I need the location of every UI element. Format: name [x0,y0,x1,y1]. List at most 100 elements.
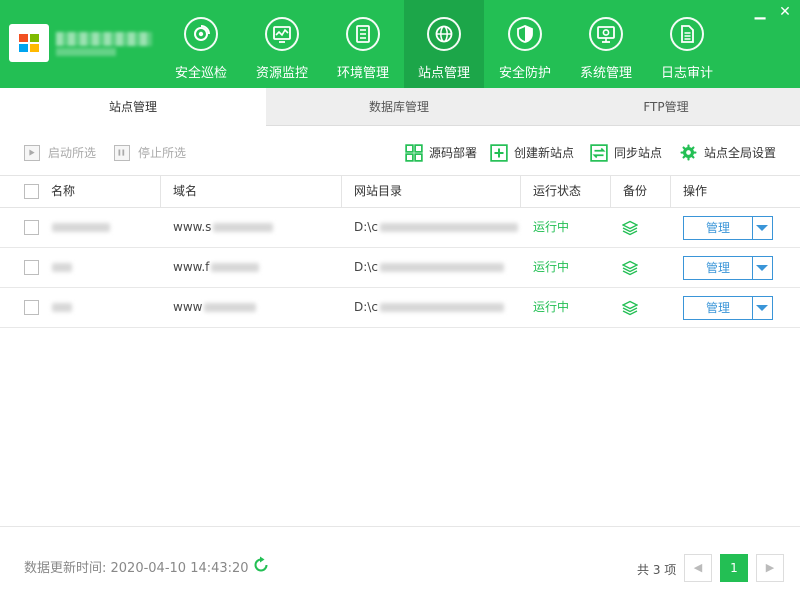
manage-label: 管理 [705,301,730,315]
column-header-domain[interactable]: 域名 [173,176,197,207]
nav-security-inspection[interactable]: 安全巡检 [161,0,241,88]
backup-layers-icon[interactable] [622,260,638,276]
sync-site-button[interactable]: 同步站点 [590,143,666,163]
server-icon [346,17,380,51]
shield-icon [508,17,542,51]
play-icon [24,145,40,161]
refresh-icon[interactable] [252,556,270,574]
site-name-redacted [52,208,110,247]
table-header: 名称 域名 网站目录 运行状态 备份 操作 [0,175,800,208]
app-name-redacted [56,32,152,46]
manage-button[interactable]: 管理 [683,216,773,240]
column-header-backup[interactable]: 备份 [623,176,647,207]
site-domain: www.s [173,208,274,247]
column-divider [520,176,521,207]
close-icon[interactable]: ✕ [777,4,793,20]
nav-label: 环境管理 [336,66,389,81]
global-settings-button[interactable]: 站点全局设置 [680,143,780,163]
global-settings-label: 站点全局设置 [704,146,777,160]
gear-screen-icon [589,17,623,51]
sync-icon [590,144,608,162]
column-header-status[interactable]: 运行状态 [533,176,581,207]
pause-icon [114,145,130,161]
site-domain: www [173,288,257,327]
globe-icon [427,17,461,51]
tab-ftp-management[interactable]: FTP管理 [532,88,800,126]
manage-button[interactable]: 管理 [683,256,773,280]
app-subtitle-redacted [56,48,116,56]
status-badge: 运行中 [533,300,570,314]
document-icon [670,17,704,51]
chevron-down-icon[interactable] [756,225,768,231]
create-site-button[interactable]: 创建新站点 [490,143,580,163]
nav-label: 站点管理 [417,66,470,81]
column-header-directory[interactable]: 网站目录 [354,176,402,207]
current-page-button[interactable]: 1 [720,554,748,582]
column-divider [341,176,342,207]
site-domain: www.f [173,248,260,287]
button-divider [752,257,753,279]
nav-log-audit[interactable]: 日志审计 [647,0,727,88]
site-directory: D:\c [354,208,518,247]
backup-layers-icon[interactable] [622,220,638,236]
tab-site-management[interactable]: 站点管理 [0,88,266,127]
site-directory: D:\c [354,248,504,287]
scan-icon [184,17,218,51]
nav-site-management[interactable]: 站点管理 [404,0,484,88]
column-header-name[interactable]: 名称 [51,176,75,207]
stop-selected-label: 停止所选 [138,146,187,160]
total-count: 共 3 项 [637,563,677,577]
row-checkbox[interactable] [24,220,39,235]
table-row[interactable]: www D:\c 运行中 管理 [0,288,800,328]
tab-database-management[interactable]: 数据库管理 [266,88,532,126]
source-deploy-label: 源码部署 [429,146,478,160]
nav-label: 日志审计 [660,66,713,81]
button-divider [752,297,753,319]
grid-icon [405,144,423,162]
nav-environment[interactable]: 环境管理 [323,0,403,88]
source-deploy-button[interactable]: 源码部署 [405,143,481,163]
app-logo [9,24,49,62]
nav-resource-monitor[interactable]: 资源监控 [242,0,322,88]
status-badge: 运行中 [533,220,570,234]
nav-security-protection[interactable]: 安全防护 [485,0,565,88]
nav-label: 安全防护 [498,66,551,81]
manage-button[interactable]: 管理 [683,296,773,320]
monitor-icon [265,17,299,51]
start-selected-label: 启动所选 [48,146,97,160]
manage-label: 管理 [705,261,730,275]
column-divider [160,176,161,207]
site-directory: D:\c [354,288,504,327]
manage-label: 管理 [705,221,730,235]
chevron-down-icon[interactable] [756,265,768,271]
column-header-actions: 操作 [683,184,708,198]
nav-label: 资源监控 [255,66,308,81]
nav-label: 系统管理 [579,66,632,81]
add-icon [490,144,508,162]
stop-selected-button[interactable]: 停止所选 [114,143,194,163]
select-all-checkbox[interactable] [24,184,39,199]
chevron-down-icon[interactable] [756,305,768,311]
button-divider [752,217,753,239]
prev-page-button[interactable]: ◀ [684,554,712,582]
site-name-redacted [52,248,72,287]
table-row[interactable]: www.s D:\c 运行中 管理 [0,208,800,248]
next-page-button[interactable]: ▶ [756,554,784,582]
table-row[interactable]: www.f D:\c 运行中 管理 [0,248,800,288]
sync-site-label: 同步站点 [614,146,663,160]
gear-icon [680,144,697,161]
column-divider [670,176,671,207]
start-selected-button[interactable]: 启动所选 [24,143,104,163]
minimize-icon[interactable]: ▁ [752,4,768,20]
backup-layers-icon[interactable] [622,300,638,316]
create-site-label: 创建新站点 [514,146,575,160]
nav-label: 安全巡检 [174,66,227,81]
data-update-time: 数据更新时间: 2020-04-10 14:43:20 [24,561,249,576]
row-checkbox[interactable] [24,260,39,275]
status-badge: 运行中 [533,260,570,274]
row-checkbox[interactable] [24,300,39,315]
column-divider [610,176,611,207]
app-header: 安全巡检 资源监控 环境管理 站点管理 安全防护 系统管理 日志审计 ▁ ✕ [0,0,800,88]
tab-bar: 站点管理 数据库管理 FTP管理 [0,88,800,127]
nav-system-management[interactable]: 系统管理 [566,0,646,88]
